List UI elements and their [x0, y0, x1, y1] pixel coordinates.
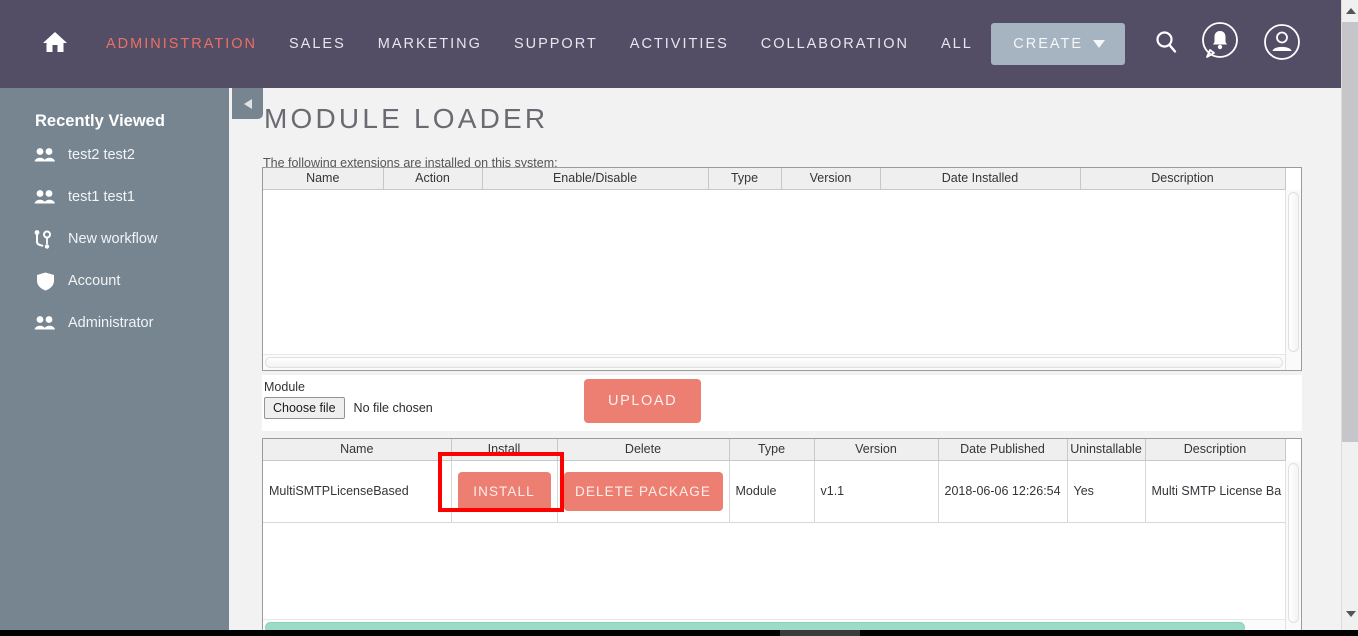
available-table-grid: Name Install Delete Type Version Date Pu…: [263, 439, 1286, 523]
column-header-uninstallable[interactable]: Uninstallable: [1067, 439, 1146, 461]
cell-type: Module: [729, 460, 815, 523]
installed-extensions-table: Name Action Enable/Disable Type Version …: [262, 167, 1302, 371]
sidebar-item-account[interactable]: Account: [0, 263, 229, 299]
sidebar-item-label: Account: [68, 273, 121, 289]
column-header-delete[interactable]: Delete: [557, 439, 730, 461]
column-header-action[interactable]: Action: [383, 168, 483, 190]
sidebar: Recently Viewed test2 test2 test1 test1 …: [0, 88, 229, 636]
nav-link-sales[interactable]: SALES: [273, 36, 362, 52]
cell-version: v1.1: [814, 460, 939, 523]
choose-file-button[interactable]: Choose file: [264, 397, 345, 419]
nav-link-administration[interactable]: ADMINISTRATION: [90, 36, 273, 52]
module-upload-panel: Module Choose file No file chosen UPLOAD: [262, 375, 1302, 431]
chevron-left-icon: [243, 98, 252, 109]
available-packages-table: Name Install Delete Type Version Date Pu…: [262, 438, 1302, 636]
nav-link-collaboration[interactable]: COLLABORATION: [745, 36, 925, 52]
installed-table-horizontal-scrollbar[interactable]: [263, 354, 1285, 370]
column-header-version[interactable]: Version: [781, 168, 881, 190]
main-content: MODULE LOADER The following extensions a…: [229, 88, 1341, 636]
cell-description: Multi SMTP License Ba: [1145, 460, 1286, 523]
scroll-down-arrow-icon[interactable]: [1342, 605, 1358, 622]
bottom-edge-segment: [780, 630, 860, 636]
scrollbar-thumb[interactable]: [1288, 192, 1299, 352]
installed-table-vertical-scrollbar[interactable]: [1285, 190, 1301, 370]
window-bottom-edge: [0, 630, 1358, 636]
sidebar-item-label: test1 test1: [68, 189, 135, 205]
no-file-chosen-text: No file chosen: [353, 401, 433, 415]
search-icon[interactable]: [1152, 28, 1180, 61]
nav-link-support[interactable]: SUPPORT: [498, 36, 614, 52]
collapse-sidebar-icon[interactable]: [232, 88, 263, 119]
column-header-date-published[interactable]: Date Published: [938, 439, 1068, 461]
column-header-type[interactable]: Type: [708, 168, 782, 190]
installed-table-grid: Name Action Enable/Disable Type Version …: [263, 168, 1286, 190]
nav-link-activities[interactable]: ACTIVITIES: [614, 36, 745, 52]
install-button[interactable]: INSTALL: [457, 471, 551, 511]
column-header-name[interactable]: Name: [263, 168, 384, 190]
table-header-row: Name Action Enable/Disable Type Version …: [263, 168, 1286, 190]
available-table-vertical-scrollbar[interactable]: [1285, 461, 1301, 635]
scrollbar-thumb[interactable]: [1288, 463, 1299, 623]
sidebar-item-administrator[interactable]: Administrator: [0, 305, 229, 341]
sidebar-item-test2[interactable]: test2 test2: [0, 137, 229, 173]
sidebar-item-new-workflow[interactable]: New workflow: [0, 221, 229, 257]
nav-link-all[interactable]: ALL: [925, 36, 989, 52]
table-row: MultiSMTPLicenseBased INSTALL DELETE PAC…: [263, 460, 1286, 523]
sidebar-item-label: test2 test2: [68, 147, 135, 163]
nav-link-marketing[interactable]: MARKETING: [362, 36, 498, 52]
column-header-description[interactable]: Description: [1145, 439, 1286, 461]
scroll-up-arrow-icon[interactable]: [1342, 2, 1358, 19]
column-header-name[interactable]: Name: [263, 439, 452, 461]
column-header-description[interactable]: Description: [1080, 168, 1286, 190]
chevron-down-icon: [1093, 40, 1105, 48]
file-input-row: Choose file No file chosen: [264, 397, 433, 419]
table-header-row: Name Install Delete Type Version Date Pu…: [263, 439, 1286, 461]
contacts-icon: [33, 315, 57, 331]
page-title: MODULE LOADER: [264, 103, 549, 134]
sidebar-item-test1[interactable]: test1 test1: [0, 179, 229, 215]
cell-uninstallable: Yes: [1067, 460, 1146, 523]
shield-icon: [33, 272, 57, 291]
nav-links: ADMINISTRATION SALES MARKETING SUPPORT A…: [90, 36, 989, 52]
bell-notification-icon[interactable]: [1198, 20, 1242, 69]
column-header-version[interactable]: Version: [814, 439, 939, 461]
browser-vertical-scrollbar[interactable]: [1341, 0, 1358, 636]
column-header-date-installed[interactable]: Date Installed: [880, 168, 1081, 190]
cell-package-name: MultiSMTPLicenseBased: [263, 460, 452, 523]
contacts-icon: [33, 147, 57, 163]
sidebar-title: Recently Viewed: [35, 112, 165, 130]
create-button[interactable]: CREATE: [991, 23, 1125, 65]
cell-install: INSTALL: [451, 460, 558, 523]
upload-button[interactable]: UPLOAD: [584, 379, 702, 423]
top-navigation-bar: ADMINISTRATION SALES MARKETING SUPPORT A…: [0, 0, 1341, 88]
column-header-install[interactable]: Install: [451, 439, 558, 461]
delete-package-button[interactable]: DELETE PACKAGE: [563, 471, 723, 511]
cell-date-published: 2018-06-06 12:26:54: [938, 460, 1068, 523]
sidebar-item-label: Administrator: [68, 315, 154, 331]
nav-right-group: CREATE: [991, 20, 1341, 69]
sidebar-item-label: New workflow: [68, 231, 158, 247]
cell-delete: DELETE PACKAGE: [557, 460, 730, 523]
available-table-body: MultiSMTPLicenseBased INSTALL DELETE PAC…: [263, 460, 1286, 523]
column-header-enable-disable[interactable]: Enable/Disable: [482, 168, 709, 190]
module-field-label: Module: [264, 380, 305, 394]
scrollbar-thumb[interactable]: [265, 357, 1283, 368]
contacts-icon: [33, 189, 57, 205]
create-button-label: CREATE: [1013, 36, 1083, 52]
user-profile-icon[interactable]: [1260, 20, 1304, 69]
scrollbar-thumb[interactable]: [1342, 22, 1358, 442]
column-header-type[interactable]: Type: [729, 439, 815, 461]
home-icon[interactable]: [42, 30, 68, 59]
workflow-icon: [33, 229, 57, 249]
